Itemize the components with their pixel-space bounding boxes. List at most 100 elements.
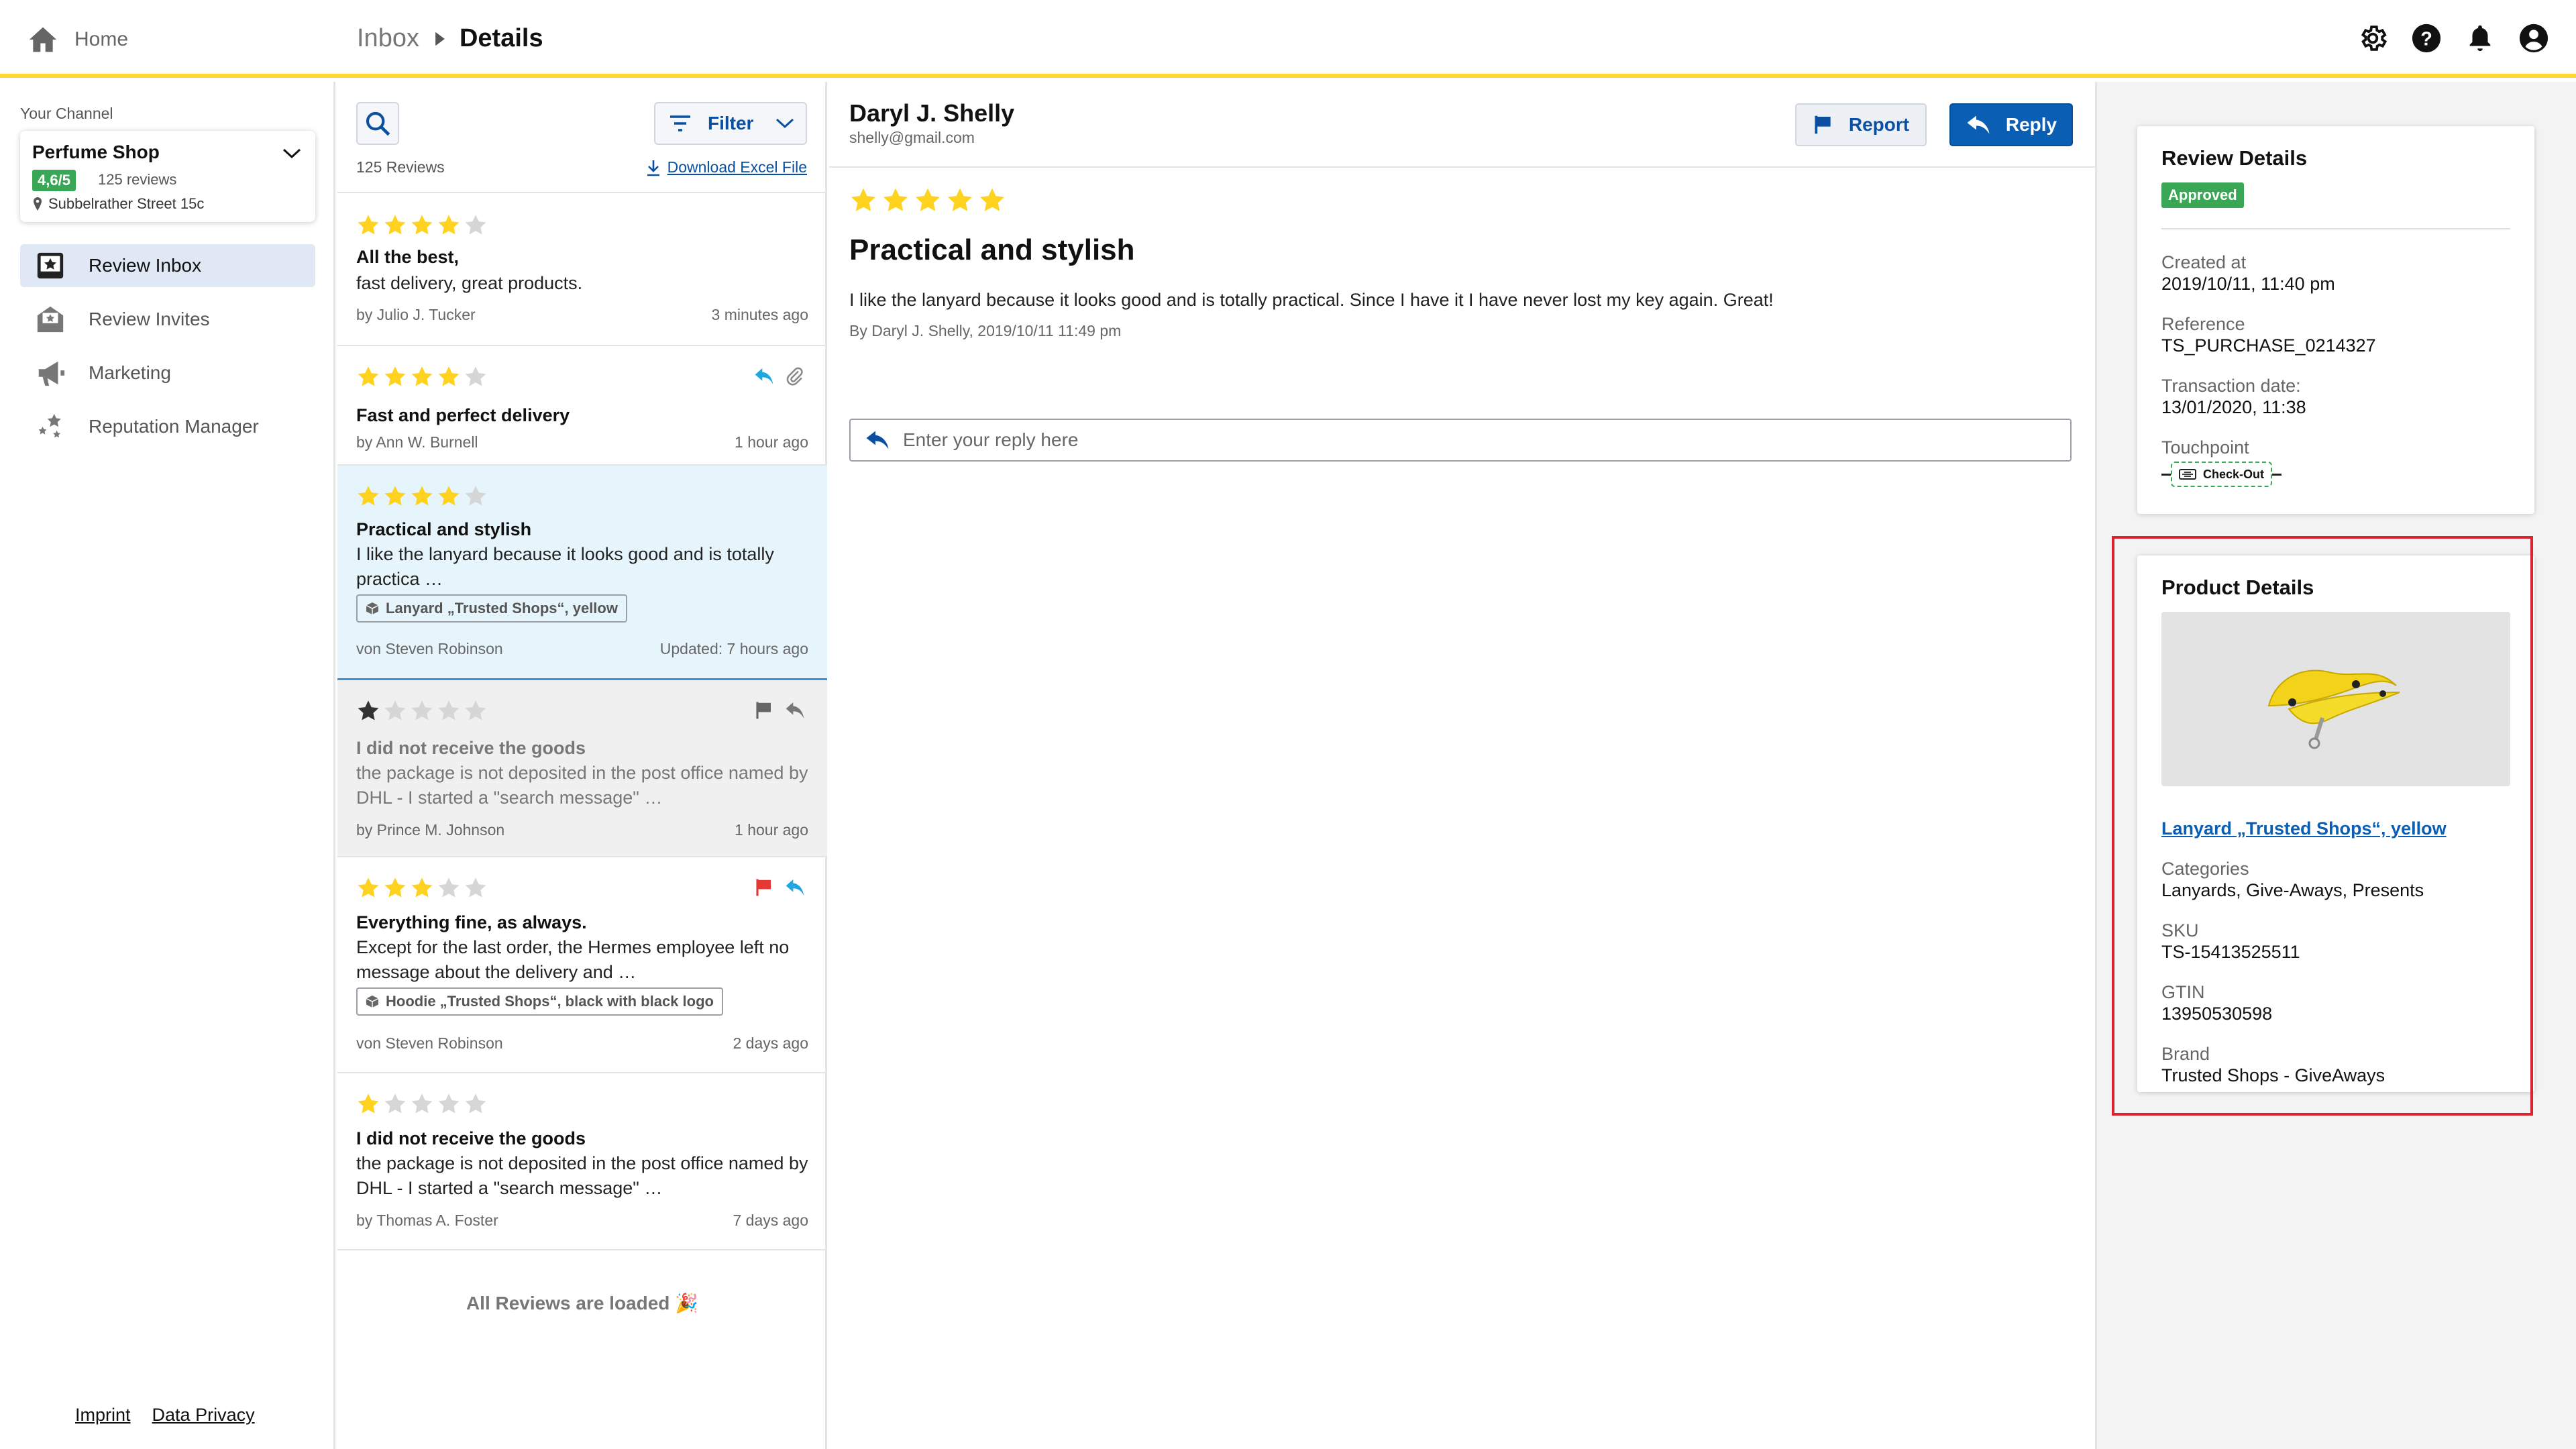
- product-tag[interactable]: Lanyard „Trusted Shops“, yellow: [356, 594, 627, 623]
- review-excerpt: I like the lanyard because it looks good…: [356, 544, 774, 589]
- product-tag[interactable]: Hoodie „Trusted Shops“, black with black…: [356, 987, 723, 1016]
- star-rating: [356, 1092, 488, 1116]
- breadcrumb-inbox[interactable]: Inbox: [357, 24, 419, 53]
- star-rating: [356, 699, 488, 723]
- sidebar-item-reputation-manager[interactable]: Reputation Manager: [20, 405, 315, 448]
- flag-icon: [756, 702, 771, 719]
- review-excerpt: the package is not deposited in the post…: [356, 763, 808, 808]
- star-filled-icon: [883, 188, 908, 211]
- star-filled-icon: [411, 215, 433, 235]
- created-at-label: Created at: [2161, 252, 2247, 272]
- review-detail-text: I like the lanyard because it looks good…: [849, 290, 1774, 310]
- review-details-title: Review Details: [2161, 146, 2308, 170]
- star-empty-icon: [465, 1093, 486, 1114]
- reviewer-email: shelly@gmail.com: [849, 129, 975, 146]
- sidebar-item-review-inbox[interactable]: Review Inbox: [20, 244, 315, 287]
- data-privacy-link[interactable]: Data Privacy: [152, 1405, 255, 1426]
- reference-value: TS_PURCHASE_0214327: [2161, 335, 2376, 356]
- settings-icon[interactable]: [2357, 23, 2388, 54]
- filter-button[interactable]: Filter: [654, 102, 807, 145]
- location-pin-icon: [34, 197, 42, 211]
- star-empty-icon: [465, 700, 486, 720]
- sku-value: TS-15413525511: [2161, 942, 2300, 962]
- review-title: All the best,: [356, 247, 460, 267]
- review-detail-byline: By Daryl J. Shelly, 2019/10/11 11:49 pm: [849, 322, 1122, 339]
- flag-icon: [1815, 115, 1831, 134]
- divider: [2161, 228, 2510, 229]
- star-filled-icon: [358, 877, 379, 898]
- stars-sparkle-icon: [38, 413, 61, 438]
- review-detail-pane: Daryl J. Shelly shelly@gmail.com Report …: [829, 82, 2095, 1449]
- star-filled-icon: [358, 1093, 379, 1114]
- touchpoint-line: [2272, 473, 2282, 476]
- star-empty-icon: [438, 1093, 460, 1114]
- search-button[interactable]: [356, 102, 399, 145]
- review-card[interactable]: I did not receive the goods the package …: [337, 1073, 827, 1250]
- report-label: Report: [1848, 114, 1910, 135]
- review-excerpt: fast delivery, great products.: [356, 273, 583, 293]
- lanyard-product-image: [2267, 669, 2400, 749]
- review-card-selected[interactable]: Practical and stylish I like the lanyard…: [337, 466, 827, 680]
- channel-label: Your Channel: [20, 105, 113, 122]
- download-excel-link[interactable]: Download Excel File: [646, 158, 807, 176]
- sidebar-item-review-invites[interactable]: Review Invites: [20, 298, 315, 341]
- star-filled-icon: [438, 215, 460, 235]
- star-empty-icon: [438, 877, 460, 898]
- home-link[interactable]: Home: [74, 28, 128, 51]
- imprint-link[interactable]: Imprint: [75, 1405, 131, 1426]
- home-icon[interactable]: [28, 25, 58, 54]
- product-details-title: Product Details: [2161, 576, 2314, 599]
- review-meta: by Prince M. Johnson 1 hour ago: [356, 821, 808, 839]
- top-bar: Home Inbox Details ?: [0, 0, 2576, 78]
- touchpoint-badge: Check-Out: [2171, 462, 2273, 487]
- star-filled-icon: [979, 188, 1005, 211]
- reply-input[interactable]: [903, 429, 2043, 451]
- star-rating: [356, 876, 488, 900]
- account-icon[interactable]: [2518, 23, 2549, 54]
- product-name-link[interactable]: Lanyard „Trusted Shops“, yellow: [2161, 818, 2447, 839]
- review-status-icons: [753, 700, 806, 720]
- review-title: Practical and stylish: [356, 519, 532, 539]
- gtin-label: GTIN: [2161, 982, 2205, 1002]
- star-empty-icon: [411, 700, 433, 720]
- flag-icon: [756, 879, 771, 896]
- star-rating: [356, 213, 488, 237]
- review-details-panel: Review Details Approved Created at 2019/…: [2137, 126, 2534, 514]
- review-author: by Prince M. Johnson: [356, 821, 505, 839]
- report-button[interactable]: Report: [1795, 103, 1927, 146]
- megaphone-icon: [38, 361, 65, 386]
- review-author: by Thomas A. Foster: [356, 1212, 498, 1229]
- reviewer-name: Daryl J. Shelly: [849, 99, 1015, 127]
- star-filled-icon: [411, 877, 433, 898]
- review-detail-title: Practical and stylish: [849, 233, 1135, 266]
- review-excerpt: Except for the last order, the Hermes em…: [356, 937, 790, 982]
- review-card[interactable]: Everything fine, as always. Except for t…: [337, 857, 827, 1073]
- svg-text:?: ?: [2420, 29, 2432, 50]
- reply-icon: [786, 702, 804, 718]
- review-time: 1 hour ago: [735, 433, 808, 451]
- touchpoint-indicator: Check-Out: [2161, 462, 2282, 487]
- star-filled-icon: [358, 700, 379, 720]
- help-icon[interactable]: ?: [2411, 23, 2442, 54]
- sidebar-item-label: Reputation Manager: [89, 416, 259, 437]
- review-card[interactable]: All the best, fast delivery, great produ…: [337, 195, 827, 346]
- star-empty-icon: [384, 1093, 406, 1114]
- breadcrumb-details: Details: [459, 24, 543, 52]
- review-star-rating: [849, 186, 1006, 215]
- all-reviews-loaded-message: All Reviews are loaded 🎉: [466, 1293, 699, 1313]
- review-card[interactable]: Fast and perfect delivery by Ann W. Burn…: [337, 346, 827, 466]
- star-filled-icon: [947, 188, 973, 211]
- reply-input-field[interactable]: [849, 419, 2072, 462]
- notifications-icon[interactable]: [2465, 23, 2496, 54]
- review-time: 3 minutes ago: [711, 306, 808, 323]
- chevron-down-icon[interactable]: [282, 147, 302, 160]
- sidebar-item-marketing[interactable]: Marketing: [20, 352, 315, 394]
- categories-value: Lanyards, Give-Aways, Presents: [2161, 880, 2424, 900]
- reply-button[interactable]: Reply: [1949, 103, 2073, 146]
- star-filled-icon: [438, 366, 460, 386]
- review-author: von Steven Robinson: [356, 1034, 503, 1052]
- categories-label: Categories: [2161, 859, 2249, 879]
- review-card[interactable]: I did not receive the goods the package …: [337, 680, 827, 857]
- channel-selector[interactable]: Perfume Shop 4,6/5 125 reviews Subbelrat…: [20, 131, 315, 222]
- review-author: by Ann W. Burnell: [356, 433, 478, 451]
